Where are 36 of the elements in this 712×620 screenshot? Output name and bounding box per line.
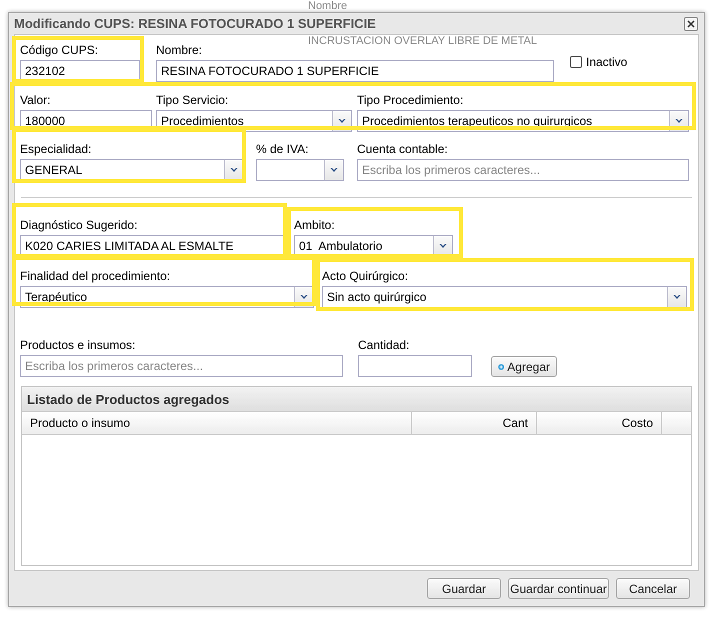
field-label: Especialidad:: [20, 142, 92, 156]
save-continue-button[interactable]: Guardar continuar: [508, 578, 609, 599]
checkbox[interactable]: [570, 56, 582, 68]
add-button[interactable]: Agregar: [491, 356, 557, 377]
column-header[interactable]: Cant: [412, 412, 537, 434]
input-field[interactable]: Escriba los primeros caracteres...: [20, 355, 343, 377]
save-button[interactable]: Guardar: [427, 578, 501, 599]
input-field[interactable]: RESINA FOTOCURADO 1 SUPERFICIE: [156, 60, 554, 82]
dropdown-field[interactable]: [256, 159, 344, 181]
field-label: Acto Quirúrgico:: [322, 269, 410, 283]
grid-title: Listado de Productos agregados: [22, 387, 691, 411]
dialog-title: Modificando CUPS: RESINA FOTOCURADO 1 SUPERFICIE: [14, 16, 376, 31]
field-label: Diagnóstico Sugerido:: [20, 218, 138, 232]
input-field[interactable]: [358, 355, 472, 377]
field-label: Ambito:: [294, 218, 336, 232]
background-text: Nombre: [308, 0, 348, 12]
close-icon: [687, 20, 695, 28]
checkbox-label: Inactivo: [586, 55, 628, 69]
field-label: % de IVA:: [256, 142, 310, 156]
field-label: Cantidad:: [358, 338, 410, 352]
field-label: Finalidad del procedimiento:: [20, 269, 172, 283]
field-label: Código CUPS:: [20, 43, 100, 57]
dropdown-field[interactable]: GENERAL: [20, 159, 244, 181]
field-label: Nombre:: [156, 43, 204, 57]
background-text: INCRUSTACION OVERLAY LIBRE DE METAL: [308, 35, 538, 47]
field-label: Productos e insumos:: [20, 338, 136, 352]
column-header[interactable]: Producto o insumo: [22, 412, 412, 434]
close-button[interactable]: [684, 16, 698, 30]
input-field[interactable]: Escriba los primeros caracteres...: [357, 159, 689, 181]
field-label: Cuenta contable:: [357, 142, 449, 156]
cancel-button[interactable]: Cancelar: [616, 578, 690, 599]
column-header[interactable]: Costo: [537, 412, 662, 434]
field-label: Tipo Procedimiento:: [357, 93, 464, 107]
field-label: Tipo Servicio:: [156, 93, 230, 107]
field-label: Valor:: [20, 93, 52, 107]
dropdown-field[interactable]: Sin acto quirúrgico: [322, 286, 687, 308]
